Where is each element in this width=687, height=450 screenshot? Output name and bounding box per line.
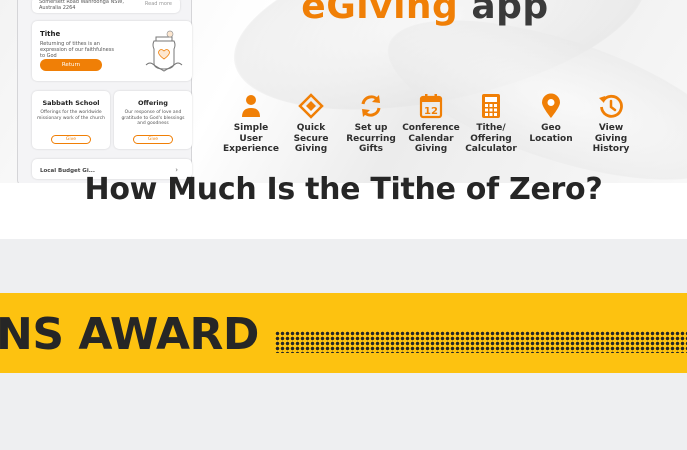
feature-quick-secure-giving: Quick Secure Giving — [280, 93, 342, 155]
app-title-brand: eGiving — [301, 0, 459, 27]
feature-label: Geo Location — [529, 123, 573, 144]
award-text: NS AWARD — [0, 309, 259, 360]
address-text: Somersett Road Wahroonga NSW, Australia … — [39, 0, 124, 11]
feature-conference-calendar-giving: 12 Conference Calendar Giving — [400, 93, 462, 155]
feature-tithe-offering-calculator: Tithe/ Offering Calculator — [460, 93, 522, 155]
feature-recurring-gifts: Set up Recurring Gifts — [340, 93, 402, 155]
user-icon — [242, 95, 260, 117]
offering-description: Our response of love and gratitude to Go… — [121, 110, 185, 126]
feature-simple-user-experience: Simple User Experience — [220, 93, 282, 155]
offering-title: Offering — [138, 99, 168, 107]
calendar-icon: 12 — [419, 94, 443, 119]
feature-list: Simple User Experience Quick Secure Givi… — [220, 93, 640, 163]
dotted-pattern — [275, 331, 687, 353]
egiving-banner[interactable]: Somersett Road Wahroonga NSW, Australia … — [0, 0, 687, 183]
tithe-card: Tithe Returning of tithes is an expressi… — [32, 21, 192, 81]
feature-label: Simple User Experience — [223, 123, 279, 154]
feature-label: Set up Recurring Gifts — [346, 123, 396, 154]
article-headline[interactable]: How Much Is the Tithe of Zero? — [0, 172, 687, 207]
read-more-link: Read more — [144, 1, 172, 7]
offering-give-button: Give — [133, 135, 173, 144]
feature-label: View Giving History — [592, 123, 630, 154]
app-title-rest: app — [471, 0, 549, 27]
feature-label: Tithe/ Offering Calculator — [465, 123, 517, 154]
offering-jar-icon — [145, 30, 183, 72]
location-pin-icon — [542, 93, 560, 118]
feature-geo-location: Geo Location — [520, 93, 582, 144]
offering-card: Offering Our response of love and gratit… — [114, 91, 192, 149]
calculator-icon — [482, 94, 500, 118]
svg-text:12: 12 — [424, 106, 438, 117]
diamond-icon — [298, 93, 324, 119]
award-banner[interactable]: NS AWARD — [0, 293, 687, 373]
feature-label: Quick Secure Giving — [293, 123, 329, 154]
article-section: NS AWARD — [0, 239, 687, 450]
feature-label: Conference Calendar Giving — [402, 123, 460, 154]
phone-mockup: Somersett Road Wahroonga NSW, Australia … — [17, 0, 192, 183]
address-card: Somersett Road Wahroonga NSW, Australia … — [32, 0, 180, 13]
tithe-description: Returning of tithes is an expression of … — [40, 41, 114, 59]
app-title: eGiving app — [250, 0, 600, 27]
page: Somersett Road Wahroonga NSW, Australia … — [0, 0, 687, 450]
sabbath-description: Offerings for the worldwide missionary w… — [36, 110, 106, 121]
sabbath-title: Sabbath School — [42, 99, 100, 107]
sabbath-give-button: Give — [51, 135, 91, 144]
feature-view-giving-history: View Giving History — [580, 93, 642, 155]
sabbath-school-card: Sabbath School Offerings for the worldwi… — [32, 91, 110, 149]
return-button: Return — [40, 59, 102, 71]
tithe-title: Tithe — [40, 30, 61, 38]
recurring-icon — [361, 95, 381, 117]
history-icon — [599, 94, 623, 118]
